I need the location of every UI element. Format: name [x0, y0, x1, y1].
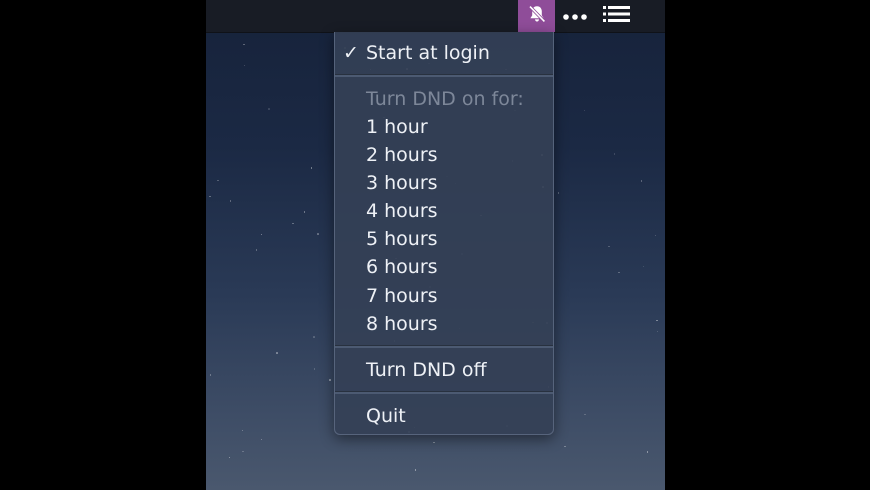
menu-item-start-at-login[interactable]: ✓ Start at login — [335, 39, 553, 67]
desktop: ✓ Start at login Turn DND on for: 1 hour… — [206, 0, 665, 490]
star — [310, 167, 313, 169]
list-menubar-item[interactable] — [598, 0, 636, 32]
star — [317, 233, 319, 235]
more-icon — [562, 7, 588, 26]
star — [260, 233, 263, 236]
star — [313, 336, 315, 338]
star — [292, 222, 294, 225]
star — [646, 451, 649, 453]
star — [618, 271, 620, 274]
star — [433, 441, 435, 444]
star — [313, 368, 316, 370]
menu-item-label: 3 hours — [366, 172, 438, 194]
menu-item-label: 7 hours — [366, 285, 438, 307]
star — [276, 352, 278, 354]
checkmark-icon: ✓ — [343, 42, 359, 64]
star — [241, 429, 244, 431]
star — [229, 200, 231, 202]
star — [329, 379, 331, 381]
dnd-menubar-item[interactable] — [518, 0, 555, 32]
star — [564, 445, 566, 448]
menu-bar — [206, 0, 665, 33]
star — [583, 109, 586, 112]
star — [303, 211, 306, 213]
star — [557, 192, 560, 194]
star — [608, 245, 610, 248]
menu-item-turn-dnd-off[interactable]: Turn DND off — [335, 356, 553, 384]
menu-item-label: Turn DND off — [366, 359, 487, 381]
star — [613, 153, 616, 155]
dnd-dropdown-menu: ✓ Start at login Turn DND on for: 1 hour… — [334, 32, 554, 435]
star — [584, 413, 586, 415]
star — [243, 64, 246, 67]
star — [209, 374, 212, 376]
star — [654, 234, 656, 236]
menu-header-label: Turn DND on for: — [366, 88, 524, 110]
menu-item-label: 2 hours — [366, 144, 438, 166]
menu-item-2-hours[interactable]: 2 hours — [335, 141, 553, 169]
star — [255, 249, 258, 251]
menu-item-label: Start at login — [366, 42, 490, 64]
menu-item-7-hours[interactable]: 7 hours — [335, 282, 553, 310]
menu-item-6-hours[interactable]: 6 hours — [335, 253, 553, 281]
star — [217, 179, 219, 182]
star — [640, 180, 643, 182]
menu-separator — [335, 391, 553, 394]
menu-item-8-hours[interactable]: 8 hours — [335, 310, 553, 338]
list-icon — [603, 5, 631, 27]
menu-separator — [335, 74, 553, 77]
menu-item-3-hours[interactable]: 3 hours — [335, 169, 553, 197]
star — [642, 265, 645, 267]
bell-slash-icon — [527, 4, 547, 28]
menu-item-4-hours[interactable]: 4 hours — [335, 197, 553, 225]
star — [243, 43, 245, 45]
menu-item-label: 6 hours — [366, 256, 438, 278]
star — [656, 330, 659, 332]
menu-item-1-hour[interactable]: 1 hour — [335, 113, 553, 141]
more-menubar-item[interactable] — [558, 0, 592, 32]
menu-item-quit[interactable]: Quit — [335, 402, 553, 430]
star — [656, 319, 658, 322]
menu-item-label: 1 hour — [366, 116, 428, 138]
star — [242, 450, 244, 453]
star — [268, 108, 270, 110]
menu-item-label: Quit — [366, 405, 406, 427]
star — [228, 456, 231, 459]
menu-item-5-hours[interactable]: 5 hours — [335, 225, 553, 253]
menu-separator — [335, 345, 553, 348]
menu-item-label: 5 hours — [366, 228, 438, 250]
star — [260, 438, 263, 440]
menu-item-label: 4 hours — [366, 200, 438, 222]
menu-header-dnd-on-for: Turn DND on for: — [335, 85, 553, 113]
menu-item-label: 8 hours — [366, 313, 438, 335]
star — [209, 195, 211, 198]
star — [414, 469, 417, 471]
